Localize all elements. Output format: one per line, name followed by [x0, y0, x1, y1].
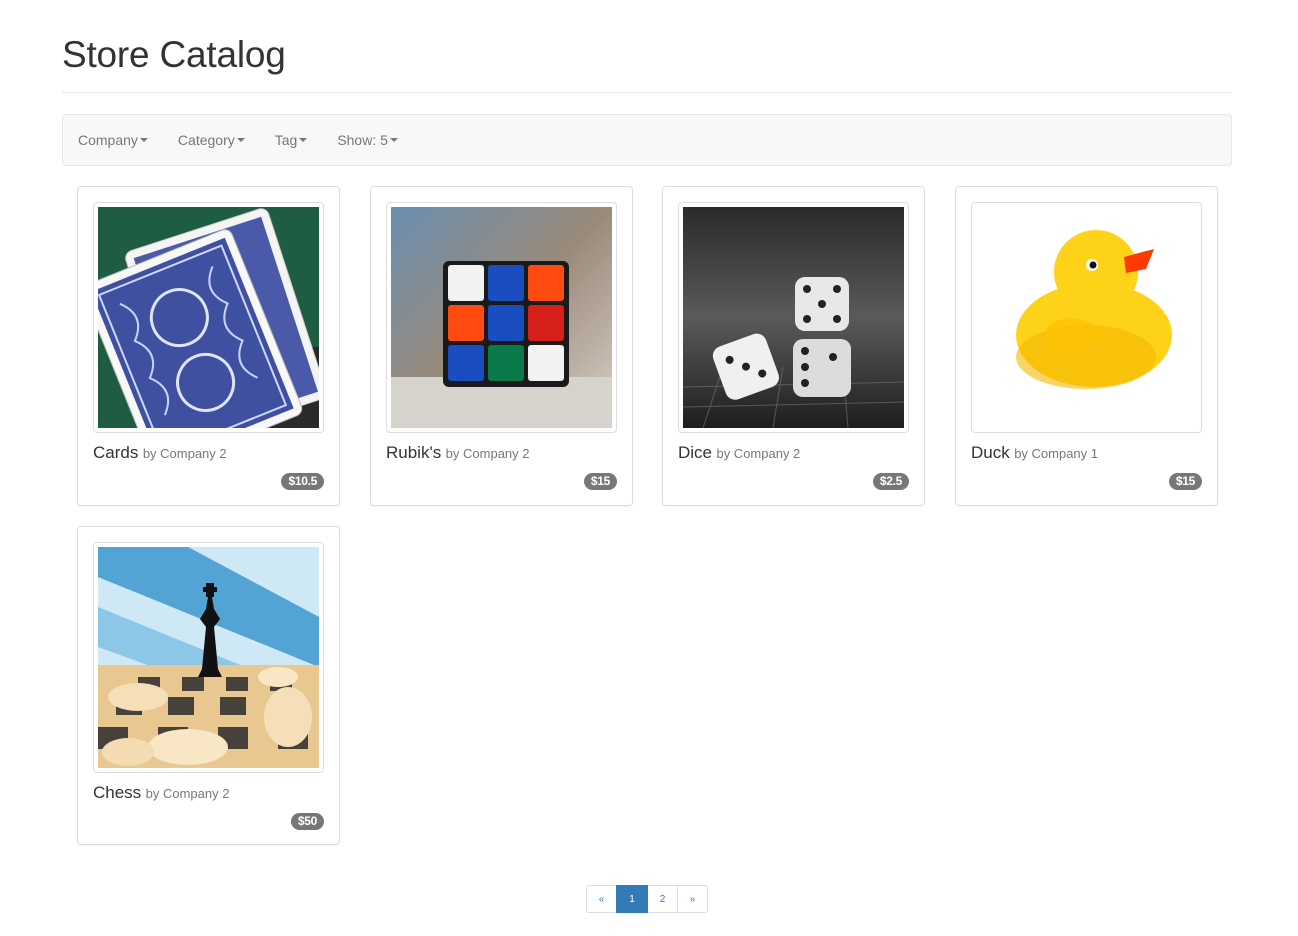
product-title[interactable]: Chess by Company 2 — [93, 783, 229, 803]
price-badge: $2.5 — [872, 473, 909, 490]
product-thumbnail[interactable] — [971, 202, 1202, 433]
product-card[interactable]: Cards by Company 2 $10.5 — [77, 186, 340, 506]
company-filter-label: Company — [78, 132, 138, 148]
product-card[interactable]: Duck by Company 1 $15 — [955, 186, 1218, 506]
product-title[interactable]: Rubik's by Company 2 — [386, 443, 530, 463]
product-company: by Company 2 — [716, 446, 801, 461]
price-badge: $10.5 — [281, 473, 324, 490]
product-company: by Company 2 — [145, 786, 230, 801]
rubiks-cube-image — [391, 207, 612, 428]
title-divider — [62, 92, 1232, 93]
price-badge: $15 — [1168, 473, 1202, 490]
category-filter-label: Category — [177, 132, 235, 148]
product-title[interactable]: Cards by Company 2 — [93, 443, 227, 463]
tag-filter-dropdown[interactable]: Tag — [275, 132, 308, 148]
category-filter-dropdown[interactable]: Category — [178, 132, 245, 148]
tag-filter-label: Tag — [274, 132, 298, 148]
company-filter-dropdown[interactable]: Company — [78, 132, 148, 148]
price-badge: $50 — [290, 813, 324, 830]
product-name: Rubik's — [386, 443, 442, 462]
caret-down-icon — [299, 138, 308, 142]
pagination-page-1[interactable]: 1 — [616, 885, 648, 913]
pagination-page-2[interactable]: 2 — [647, 885, 678, 913]
show-count-label: Show: 5 — [337, 132, 388, 148]
caret-down-icon — [389, 138, 398, 142]
chess-image — [98, 547, 319, 768]
pagination-next[interactable]: » — [677, 885, 708, 913]
show-count-dropdown[interactable]: Show: 5 — [337, 132, 398, 148]
product-thumbnail[interactable] — [93, 202, 324, 433]
filter-navbar: Company Category Tag Show: 5 — [62, 114, 1232, 166]
product-name: Chess — [93, 783, 142, 802]
pagination-prev[interactable]: « — [586, 885, 617, 913]
page-title: Store Catalog — [62, 34, 286, 75]
product-thumbnail[interactable] — [678, 202, 909, 433]
caret-down-icon — [139, 138, 148, 142]
product-name: Duck — [971, 443, 1010, 462]
playing-cards-image — [98, 207, 319, 428]
product-thumbnail[interactable] — [93, 542, 324, 773]
product-company: by Company 1 — [1014, 446, 1099, 461]
product-card[interactable]: Chess by Company 2 $50 — [77, 526, 340, 845]
pagination: « 1 2 » — [586, 885, 708, 913]
caret-down-icon — [236, 138, 245, 142]
product-title[interactable]: Duck by Company 1 — [971, 443, 1098, 463]
rubber-duck-image — [976, 207, 1197, 428]
dice-image — [683, 207, 904, 428]
product-name: Cards — [93, 443, 139, 462]
product-title[interactable]: Dice by Company 2 — [678, 443, 800, 463]
product-card[interactable]: Dice by Company 2 $2.5 — [662, 186, 925, 506]
price-badge: $15 — [583, 473, 617, 490]
product-name: Dice — [678, 443, 713, 462]
product-company: by Company 2 — [142, 446, 227, 461]
product-company: by Company 2 — [445, 446, 530, 461]
product-card[interactable]: Rubik's by Company 2 $15 — [370, 186, 633, 506]
product-thumbnail[interactable] — [386, 202, 617, 433]
